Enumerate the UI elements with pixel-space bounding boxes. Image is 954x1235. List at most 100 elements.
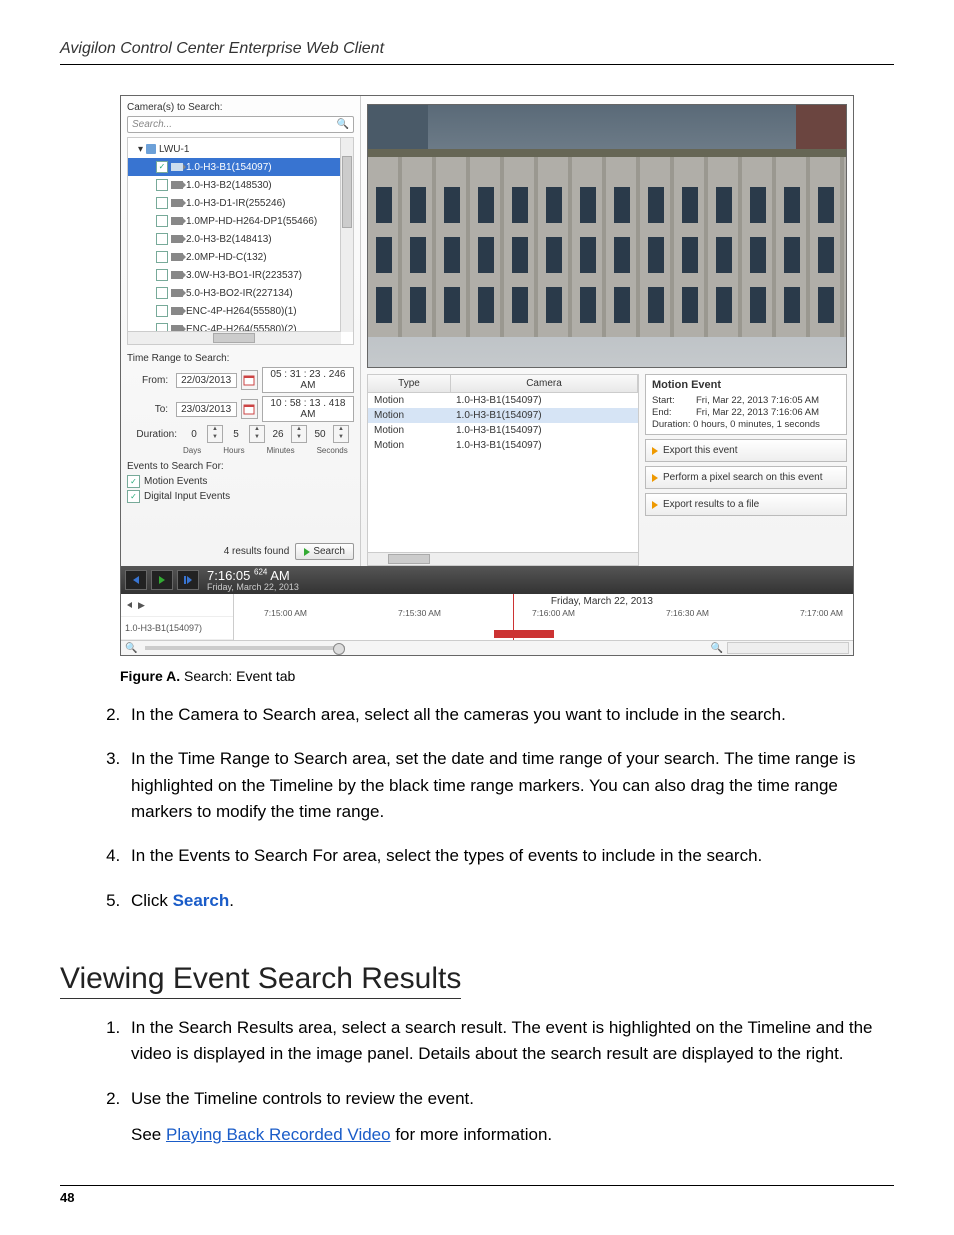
dur-min: 26 [269,429,287,440]
page-header: Avigilon Control Center Enterprise Web C… [60,40,894,65]
checkbox-icon[interactable] [156,215,168,227]
playback-time: 7:16:05 624 AM Friday, March 22, 2013 [207,568,299,592]
checkbox-icon[interactable] [156,287,168,299]
camera-icon [171,307,183,315]
table-row[interactable]: Motion1.0-H3-B1(154097) [368,438,638,453]
table-row[interactable]: Motion1.0-H3-B1(154097) [368,393,638,408]
section-heading: Viewing Event Search Results [60,962,461,999]
col-type[interactable]: Type [368,375,451,392]
time-range-label: Time Range to Search: [127,353,354,364]
tree-camera-row[interactable]: 2.0MP-HD-C(132) [128,248,353,266]
tree-camera-row[interactable]: 3.0W-H3-BO1-IR(223537) [128,266,353,284]
tree-vscrollbar[interactable] [340,138,353,332]
checkbox-icon[interactable] [156,197,168,209]
from-date-input[interactable]: 22/03/2013 [176,373,237,388]
results-table: Type Camera Motion1.0-H3-B1(154097) Moti… [367,374,639,566]
export-icon [652,447,658,455]
search-button[interactable]: Search [295,543,354,560]
export-icon [652,474,658,482]
from-time-input[interactable]: 05 : 31 : 23 . 246 AM [262,367,354,393]
tree-camera-row[interactable]: 5.0-H3-BO2-IR(227134) [128,284,353,302]
col-camera[interactable]: Camera [451,375,638,392]
tree-hscrollbar[interactable] [128,331,341,344]
cameras-to-search-label: Camera(s) to Search: [127,102,354,113]
step-fwd-button[interactable] [177,570,199,590]
search-icon[interactable]: 🔍 [337,119,349,130]
tree-camera-row[interactable]: 1.0-H3-B2(148530) [128,176,353,194]
play-icon [304,548,310,556]
step-back-button[interactable] [125,570,147,590]
dur-sec: 50 [311,429,329,440]
playing-back-link[interactable]: Playing Back Recorded Video [166,1125,391,1144]
checkbox-icon[interactable] [156,269,168,281]
calendar-icon[interactable] [241,370,258,390]
from-label: From: [127,375,168,386]
checkbox-icon[interactable] [156,305,168,317]
play-button[interactable] [151,570,173,590]
timeline-date: Friday, March 22, 2013 [551,596,653,607]
tree-camera-row[interactable]: ENC-4P-H264(55580)(1) [128,302,353,320]
checkbox-icon[interactable] [156,233,168,245]
list-item: Click Search. [125,888,884,914]
timeline-ticks: 7:15:00 AM 7:15:30 AM 7:16:00 AM 7:16:30… [264,608,843,618]
export-event-button[interactable]: Export this event [645,439,847,462]
to-label: To: [127,404,168,415]
tree-camera-row[interactable]: 2.0-H3-B2(148413) [128,230,353,248]
pixel-search-button[interactable]: Perform a pixel search on this event [645,466,847,489]
timeline[interactable]: ▶ 1.0-H3-B1(154097) Friday, March 22, 20… [121,594,853,640]
to-date-input[interactable]: 23/03/2013 [176,402,237,417]
checkbox-icon[interactable] [156,251,168,263]
seconds-stepper[interactable]: ▲▼ [333,425,349,443]
search-sidebar: Camera(s) to Search: Search... 🔍 ▾ LWU-1… [121,96,361,566]
tree-server-row[interactable]: ▾ LWU-1 [128,140,353,158]
go-start-icon[interactable] [125,600,135,610]
list-item: Use the Timeline controls to review the … [125,1086,884,1149]
checkbox-icon[interactable] [156,179,168,191]
export-icon [652,501,658,509]
playback-controls: 7:16:05 624 AM Friday, March 22, 2013 [121,566,853,594]
calendar-icon[interactable] [241,399,258,419]
to-time-input[interactable]: 10 : 58 : 13 . 418 AM [262,396,354,422]
camera-icon [171,199,183,207]
tree-camera-row[interactable]: 1.0-H3-B1(154097) [128,158,353,176]
export-results-button[interactable]: Export results to a file [645,493,847,516]
timeline-hscrollbar[interactable] [727,642,849,654]
zoom-out-icon[interactable]: 🔍 [125,643,137,654]
camera-search-input[interactable]: Search... 🔍 [127,116,354,133]
zoom-in-icon[interactable]: 🔍 [711,643,723,654]
results-hscrollbar[interactable] [368,552,638,565]
duration-label: Duration: [127,429,177,440]
digital-input-events-checkbox[interactable]: Digital Input Events [127,490,354,503]
list-item: In the Events to Search For area, select… [125,843,884,869]
timeline-cam-label: 1.0-H3-B1(154097) [121,617,233,640]
detail-duration: Duration: 0 hours, 0 minutes, 1 seconds [652,419,840,430]
table-row[interactable]: Motion1.0-H3-B1(154097) [368,423,638,438]
minutes-stepper[interactable]: ▲▼ [291,425,307,443]
tree-camera-row[interactable]: 1.0-H3-D1-IR(255246) [128,194,353,212]
list-item: In the Camera to Search area, select all… [125,702,884,728]
motion-events-checkbox[interactable]: Motion Events [127,475,354,488]
checkbox-icon[interactable] [156,161,168,173]
server-name: LWU-1 [159,144,189,155]
camera-icon [171,253,183,261]
app-screenshot: Camera(s) to Search: Search... 🔍 ▾ LWU-1… [120,95,854,656]
list-item: In the Time Range to Search area, set th… [125,746,884,825]
camera-icon [171,181,183,189]
dur-hours: 5 [227,429,245,440]
server-icon [146,144,156,154]
days-stepper[interactable]: ▲▼ [207,425,223,443]
hours-stepper[interactable]: ▲▼ [249,425,265,443]
camera-tree[interactable]: ▾ LWU-1 1.0-H3-B1(154097) 1.0-H3-B2(1485… [127,137,354,345]
search-link: Search [173,891,230,910]
list-item: In the Search Results area, select a sea… [125,1015,884,1068]
instruction-list: In the Camera to Search area, select all… [95,702,884,914]
instruction-list-2: In the Search Results area, select a sea… [95,1015,884,1148]
search-placeholder: Search... [132,119,172,130]
camera-icon [171,271,183,279]
table-row[interactable]: Motion1.0-H3-B1(154097) [368,408,638,423]
tree-camera-row[interactable]: 1.0MP-HD-H264-DP1(55466) [128,212,353,230]
video-panel[interactable] [367,104,847,368]
timeline-event-marker[interactable] [494,630,554,638]
camera-icon [171,163,183,171]
zoom-slider[interactable] [145,646,345,650]
